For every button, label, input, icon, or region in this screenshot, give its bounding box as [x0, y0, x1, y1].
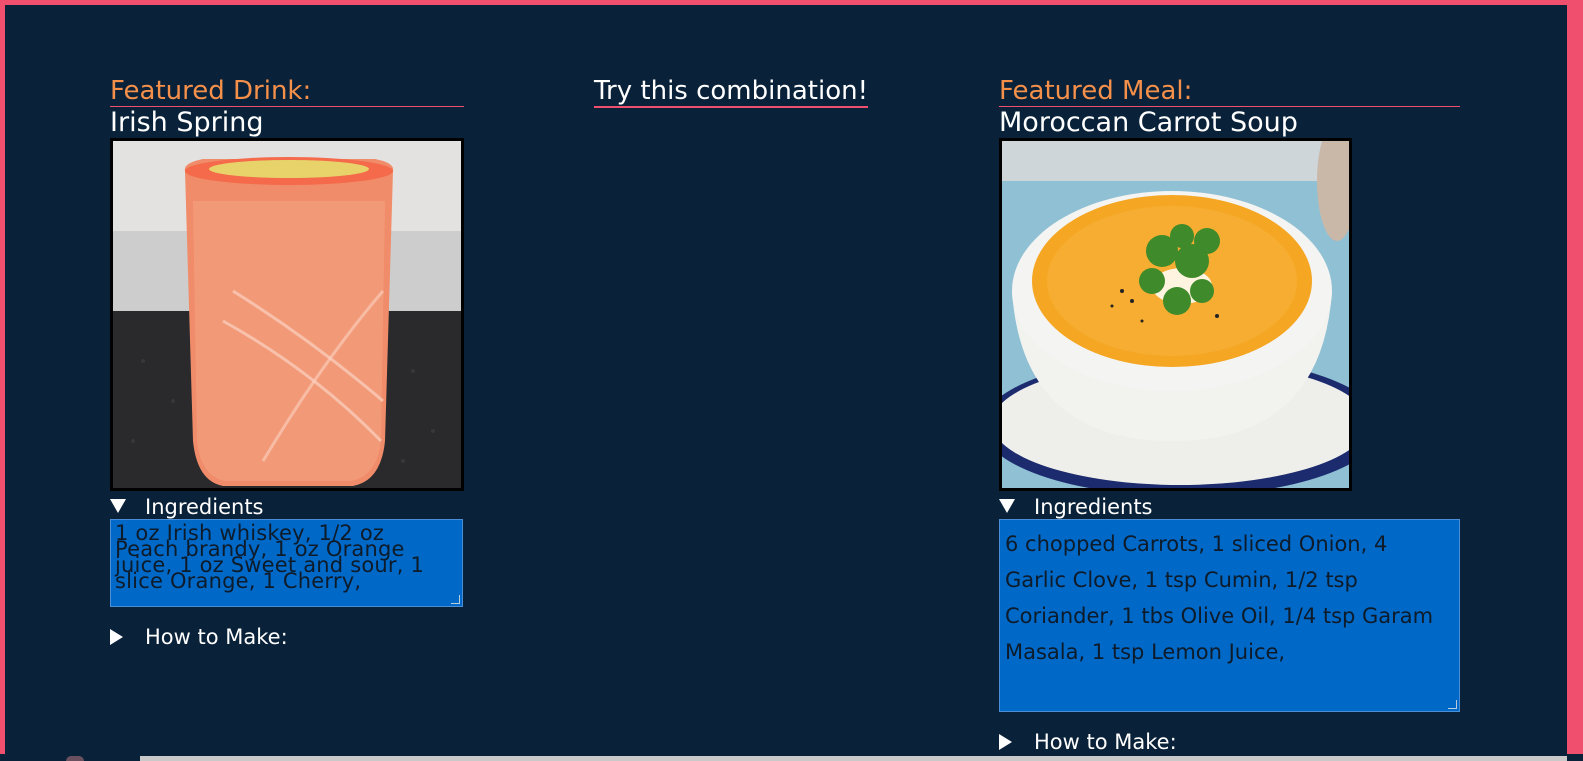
meal-photo-graphic — [1002, 141, 1349, 488]
featured-drink-heading: Featured Drink: — [110, 76, 464, 107]
triangle-right-icon — [110, 629, 123, 645]
drink-image — [110, 138, 464, 491]
drink-ingredients-textarea[interactable]: 1 oz Irish whiskey, 1/2 oz Peach brandy,… — [110, 519, 463, 607]
scrollbar-track[interactable] — [140, 756, 1567, 761]
resize-handle-icon[interactable] — [451, 595, 460, 604]
meal-ingredients-textarea[interactable]: 6 chopped Carrots, 1 sliced Onion, 4 Gar… — [999, 519, 1460, 712]
triangle-right-icon — [999, 734, 1012, 750]
meal-ingredients-toggle[interactable]: Ingredients — [999, 495, 1460, 519]
drink-ingredients-toggle[interactable]: Ingredients — [110, 495, 464, 519]
drink-ingredients-label: Ingredients — [145, 495, 264, 519]
try-combination-link[interactable]: Try this combination! — [594, 76, 869, 108]
drink-how-to-make-label: How to Make: — [145, 625, 288, 649]
horizontal-scrollbar[interactable] — [0, 754, 1583, 761]
meal-ingredients-text: 6 chopped Carrots, 1 sliced Onion, 4 Gar… — [1005, 532, 1434, 664]
drink-photo-graphic — [113, 141, 461, 488]
drink-name: Irish Spring — [110, 107, 264, 138]
featured-meal-section: Featured Meal: Moroccan Carrot Soup Ingr… — [999, 76, 1460, 754]
meal-ingredients-label: Ingredients — [1034, 495, 1153, 519]
resize-handle-icon[interactable] — [1448, 700, 1457, 709]
triangle-down-icon — [999, 499, 1015, 513]
drink-how-to-make-toggle[interactable]: How to Make: — [110, 625, 464, 649]
triangle-down-icon — [110, 499, 126, 513]
featured-meal-heading: Featured Meal: — [999, 76, 1460, 107]
meal-how-to-make-toggle[interactable]: How to Make: — [999, 730, 1460, 754]
scroll-indicator — [66, 756, 84, 761]
meal-how-to-make-label: How to Make: — [1034, 730, 1177, 754]
meal-image — [999, 138, 1352, 491]
meal-name: Moroccan Carrot Soup — [999, 107, 1298, 138]
featured-drink-section: Featured Drink: Irish Spring Ingredients… — [110, 76, 464, 649]
combination-section: Try this combination! — [594, 76, 869, 108]
